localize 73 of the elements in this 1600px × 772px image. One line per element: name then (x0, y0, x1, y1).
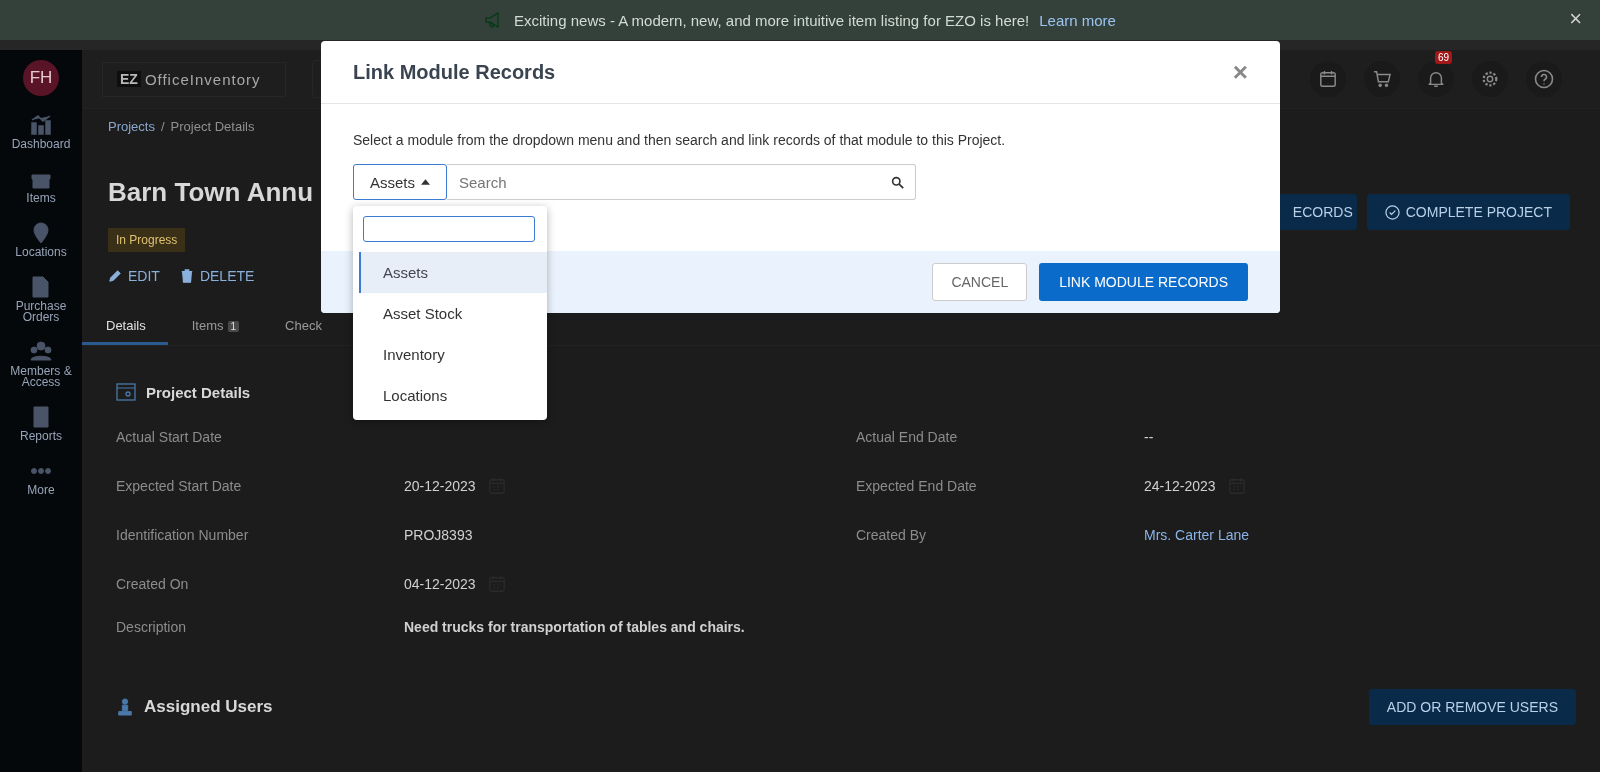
tab[interactable]: Details (82, 312, 168, 345)
add-users-button[interactable]: ADD OR REMOVE USERS (1368, 689, 1576, 725)
announcement-text: Exciting news - A modern, new, and more intuitive item listing for EZO is here! (514, 11, 1030, 29)
cancel-button[interactable]: CANCEL (932, 263, 1028, 301)
dropdown-option[interactable]: Assets (359, 252, 547, 293)
field-value: 04-12-2023 (404, 575, 476, 592)
user-link[interactable]: Mrs. Carter Lane (1144, 526, 1250, 543)
link-records-button[interactable]: LINK MODULE RECORDS (1039, 263, 1248, 301)
pencil-icon (108, 269, 122, 283)
section-title: Project Details (146, 383, 251, 401)
sidebar-label[interactable]: Members & Access (3, 366, 79, 388)
field-value: Need trucks for transportation of tables and chairs. (404, 618, 745, 635)
field-value: -- (1144, 428, 1154, 445)
dropdown-option[interactable]: Inventory (359, 334, 547, 375)
field-value: 24-12-2023 (1144, 477, 1216, 494)
field-label: Expected Start Date (116, 477, 243, 494)
breadcrumb: Project Details (170, 119, 255, 134)
trash-icon (179, 269, 194, 283)
check-circle-icon (1384, 204, 1400, 220)
settings-button[interactable] (1472, 61, 1508, 97)
tab[interactable]: Check (261, 312, 322, 345)
page-title: Barn Town Annu (108, 176, 314, 208)
sidebar-label[interactable]: Dashboard (3, 139, 79, 150)
learn-more-link[interactable]: Learn more (1039, 11, 1116, 29)
section-title: Assigned Users (144, 697, 273, 717)
sidebar-label[interactable]: Reports (3, 431, 79, 442)
field-value: 20-12-2023 (404, 477, 476, 494)
close-button[interactable]: × (1232, 56, 1248, 88)
field-value: PROJ8393 (404, 526, 473, 543)
people-icon[interactable] (29, 340, 53, 364)
search-icon (891, 176, 904, 189)
search-field[interactable]: Search (447, 164, 916, 200)
field-label: Actual Start Date (116, 428, 223, 445)
cart-icon (1373, 70, 1391, 88)
field-label: Expected End Date (856, 477, 978, 494)
bell-icon (1427, 70, 1445, 88)
action-button[interactable]: COMPLETE PROJECT (1366, 194, 1570, 230)
module-dropdown[interactable]: Assets (353, 164, 447, 200)
status-badge: In Progress (108, 228, 186, 252)
modal-title: Link Module Records (353, 60, 556, 84)
calendar-button[interactable] (1310, 61, 1346, 97)
user-icon (116, 697, 134, 717)
instruction-text: Select a module from the dropdown menu and then search and link records of that module to this Project. (353, 132, 1007, 148)
dropdown-option[interactable]: Asset Stock (359, 293, 547, 334)
field-label: Actual End Date (856, 428, 959, 445)
dropdown-option[interactable]: Locations (359, 375, 547, 416)
field-label: Created On (116, 575, 190, 592)
close-button[interactable]: × (1569, 8, 1582, 30)
notification-count: 69 (1434, 51, 1452, 64)
notifications-button[interactable] (1418, 61, 1454, 97)
breadcrumb[interactable]: Projects (108, 119, 155, 134)
help-button[interactable] (1526, 61, 1562, 97)
sidebar-label[interactable]: More (3, 485, 79, 496)
document-search-icon (116, 382, 136, 402)
edit-button[interactable]: EDIT (108, 268, 160, 284)
sidebar-label[interactable]: Purchase Orders (3, 301, 79, 323)
tab[interactable]: Items 1 (167, 312, 262, 345)
settings-icon (1481, 70, 1499, 88)
field-label: Created By (856, 526, 928, 543)
field-label: Description (116, 618, 188, 635)
caret-icon (421, 179, 430, 185)
app-logo[interactable]: EZ OfficeInventory (102, 61, 286, 97)
calendar-icon (1319, 70, 1337, 88)
breadcrumb-separator: / (160, 119, 165, 134)
delete-button[interactable]: DELETE (179, 268, 255, 284)
help-icon (1534, 69, 1554, 89)
sidebar-label[interactable]: Locations (3, 247, 79, 258)
filter-field[interactable] (363, 216, 535, 242)
sidebar-label[interactable]: Items (3, 193, 79, 204)
cart-button[interactable] (1364, 61, 1400, 97)
user-avatar[interactable]: FH (23, 60, 59, 96)
field-label: Identification Number (116, 526, 250, 543)
chart-icon[interactable] (29, 113, 53, 137)
